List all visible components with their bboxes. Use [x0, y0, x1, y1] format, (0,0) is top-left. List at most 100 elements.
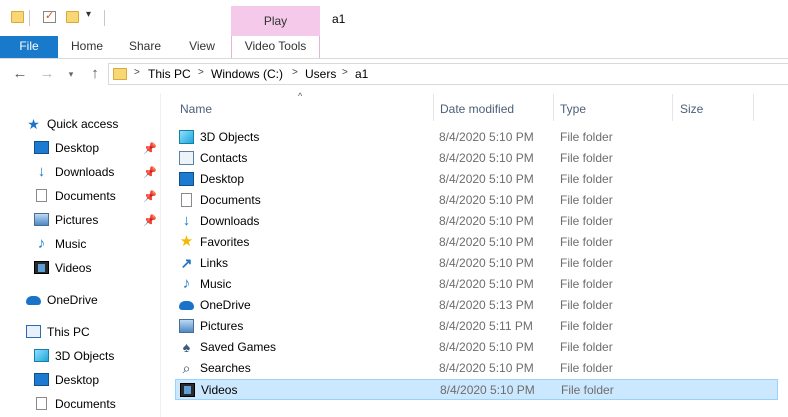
sidebar-item-label: Videos	[55, 261, 92, 275]
file-row[interactable]: 3D Objects 8/4/2020 5:10 PM File folder	[175, 127, 778, 148]
tab-video-tools[interactable]: Video Tools	[231, 36, 320, 58]
pin-icon[interactable]: 📌	[143, 215, 157, 227]
file-date-cell: 8/4/2020 5:10 PM	[439, 151, 534, 165]
file-row[interactable]: Documents 8/4/2020 5:10 PM File folder	[175, 190, 778, 211]
up-arrow-icon[interactable]: ↑	[86, 64, 104, 84]
breadcrumb-separator[interactable]: >	[292, 67, 298, 78]
file-row[interactable]: ↗ Links 8/4/2020 5:10 PM File folder	[175, 253, 778, 274]
file-row[interactable]: ⌕ Searches 8/4/2020 5:10 PM File folder	[175, 358, 778, 379]
3d-objects-icon	[179, 130, 194, 144]
sidebar-item-label: This PC	[47, 325, 90, 339]
column-header-date-modified[interactable]: Date modified	[440, 101, 514, 117]
new-folder-icon[interactable]	[66, 11, 79, 23]
onedrive-cloud-icon	[179, 301, 194, 310]
file-type-cell: File folder	[560, 256, 613, 270]
file-row[interactable]: OneDrive 8/4/2020 5:13 PM File folder	[175, 295, 778, 316]
sort-ascending-icon: ^	[298, 91, 303, 101]
forward-arrow-icon[interactable]: →	[38, 64, 56, 84]
pin-icon[interactable]: 📌	[143, 143, 157, 155]
sidebar-item-label: Downloads	[55, 165, 115, 179]
file-name-cell: OneDrive	[200, 298, 251, 312]
file-row[interactable]: Videos 8/4/2020 5:10 PM File folder	[175, 379, 778, 400]
column-divider[interactable]	[553, 94, 554, 121]
address-bar[interactable]	[108, 63, 788, 85]
title-bar: ✓ ▾ Play a1	[0, 0, 788, 36]
file-name-cell: Documents	[200, 193, 261, 207]
file-date-cell: 8/4/2020 5:10 PM	[439, 256, 534, 270]
column-divider[interactable]	[753, 94, 754, 121]
searches-icon: ⌕	[182, 360, 191, 376]
pin-icon[interactable]: 📌	[143, 191, 157, 203]
tab-view[interactable]: View	[174, 36, 230, 58]
back-arrow-icon[interactable]: ←	[11, 64, 29, 84]
window-title: a1	[332, 12, 346, 26]
sidebar-item-label: Desktop	[55, 141, 100, 155]
breadcrumb-separator[interactable]: >	[342, 67, 348, 78]
context-tab-play: Play	[263, 14, 288, 28]
breadcrumb-separator[interactable]: >	[198, 67, 204, 78]
file-name-cell: Contacts	[200, 151, 248, 165]
recent-locations-chevron-icon[interactable]: ▾	[62, 64, 80, 84]
sidebar-item-label: Desktop	[55, 373, 100, 387]
file-date-cell: 8/4/2020 5:11 PM	[439, 319, 533, 333]
file-row[interactable]: Pictures 8/4/2020 5:11 PM File folder	[175, 316, 778, 337]
breadcrumb-this-pc[interactable]: This PC	[148, 67, 191, 81]
file-type-cell: File folder	[560, 361, 613, 375]
downloads-icon: ↓	[182, 212, 191, 229]
file-name-cell: 3D Objects	[200, 130, 260, 144]
documents-icon	[36, 189, 47, 202]
file-row[interactable]: ♠ Saved Games 8/4/2020 5:10 PM File folder	[175, 337, 778, 358]
saved-games-icon: ♠	[182, 339, 191, 355]
column-header-name[interactable]: Name	[180, 101, 212, 117]
tab-share[interactable]: Share	[116, 36, 174, 58]
breadcrumb-users[interactable]: Users	[305, 67, 336, 81]
file-type-cell: File folder	[560, 130, 613, 144]
desktop-icon	[34, 141, 49, 154]
sidebar-item-label: Documents	[55, 397, 116, 411]
file-name-cell: Downloads	[200, 214, 260, 228]
breadcrumb-a1[interactable]: a1	[355, 67, 368, 81]
videos-icon	[180, 383, 195, 397]
favorites-star-icon: ★	[179, 233, 194, 250]
file-type-cell: File folder	[560, 235, 613, 249]
customize-quick-access-chevron-icon[interactable]: ▾	[86, 9, 99, 21]
file-name-cell: Desktop	[200, 172, 245, 186]
file-type-cell: File folder	[560, 193, 613, 207]
column-divider[interactable]	[672, 94, 673, 121]
3d-objects-icon	[34, 349, 49, 362]
file-name-cell: Searches	[200, 361, 251, 375]
file-type-cell: File folder	[560, 319, 613, 333]
downloads-icon: ↓	[37, 163, 46, 180]
sidebar-item-label: OneDrive	[47, 293, 98, 307]
folder-icon[interactable]	[11, 11, 24, 23]
file-type-cell: File folder	[560, 340, 613, 354]
file-row[interactable]: ★ Favorites 8/4/2020 5:10 PM File folder	[175, 232, 778, 253]
sidebar-item-label: Music	[55, 237, 87, 251]
file-row[interactable]: ♪ Music 8/4/2020 5:10 PM File folder	[175, 274, 778, 295]
file-date-cell: 8/4/2020 5:10 PM	[439, 130, 534, 144]
file-row[interactable]: ↓ Downloads 8/4/2020 5:10 PM File folder	[175, 211, 778, 232]
properties-checkmark-icon[interactable]: ✓	[43, 10, 56, 23]
column-header-size[interactable]: Size	[680, 101, 703, 117]
file-row[interactable]: Desktop 8/4/2020 5:10 PM File folder	[175, 169, 778, 190]
file-name-cell: Saved Games	[200, 340, 277, 354]
tab-file[interactable]: File	[0, 36, 58, 58]
breadcrumb-windows-c[interactable]: Windows (C:)	[211, 67, 283, 81]
column-divider[interactable]	[433, 94, 434, 121]
file-type-cell: File folder	[560, 277, 613, 291]
file-date-cell: 8/4/2020 5:10 PM	[439, 193, 534, 207]
file-date-cell: 8/4/2020 5:10 PM	[439, 340, 534, 354]
tab-home[interactable]: Home	[58, 36, 116, 58]
navigation-pane-scrollbar[interactable]	[160, 93, 161, 417]
separator	[104, 10, 105, 26]
file-row[interactable]: Contacts 8/4/2020 5:10 PM File folder	[175, 148, 778, 169]
file-type-cell: File folder	[561, 383, 614, 397]
music-icon: ♪	[37, 235, 46, 252]
sidebar-item-label: Documents	[55, 189, 116, 203]
column-header-type[interactable]: Type	[560, 101, 586, 117]
pin-icon[interactable]: 📌	[143, 167, 157, 179]
sidebar-item-label: Pictures	[55, 213, 99, 227]
pictures-icon	[179, 319, 194, 333]
breadcrumb-separator[interactable]: >	[134, 67, 140, 78]
this-pc-monitor-icon	[26, 325, 41, 338]
